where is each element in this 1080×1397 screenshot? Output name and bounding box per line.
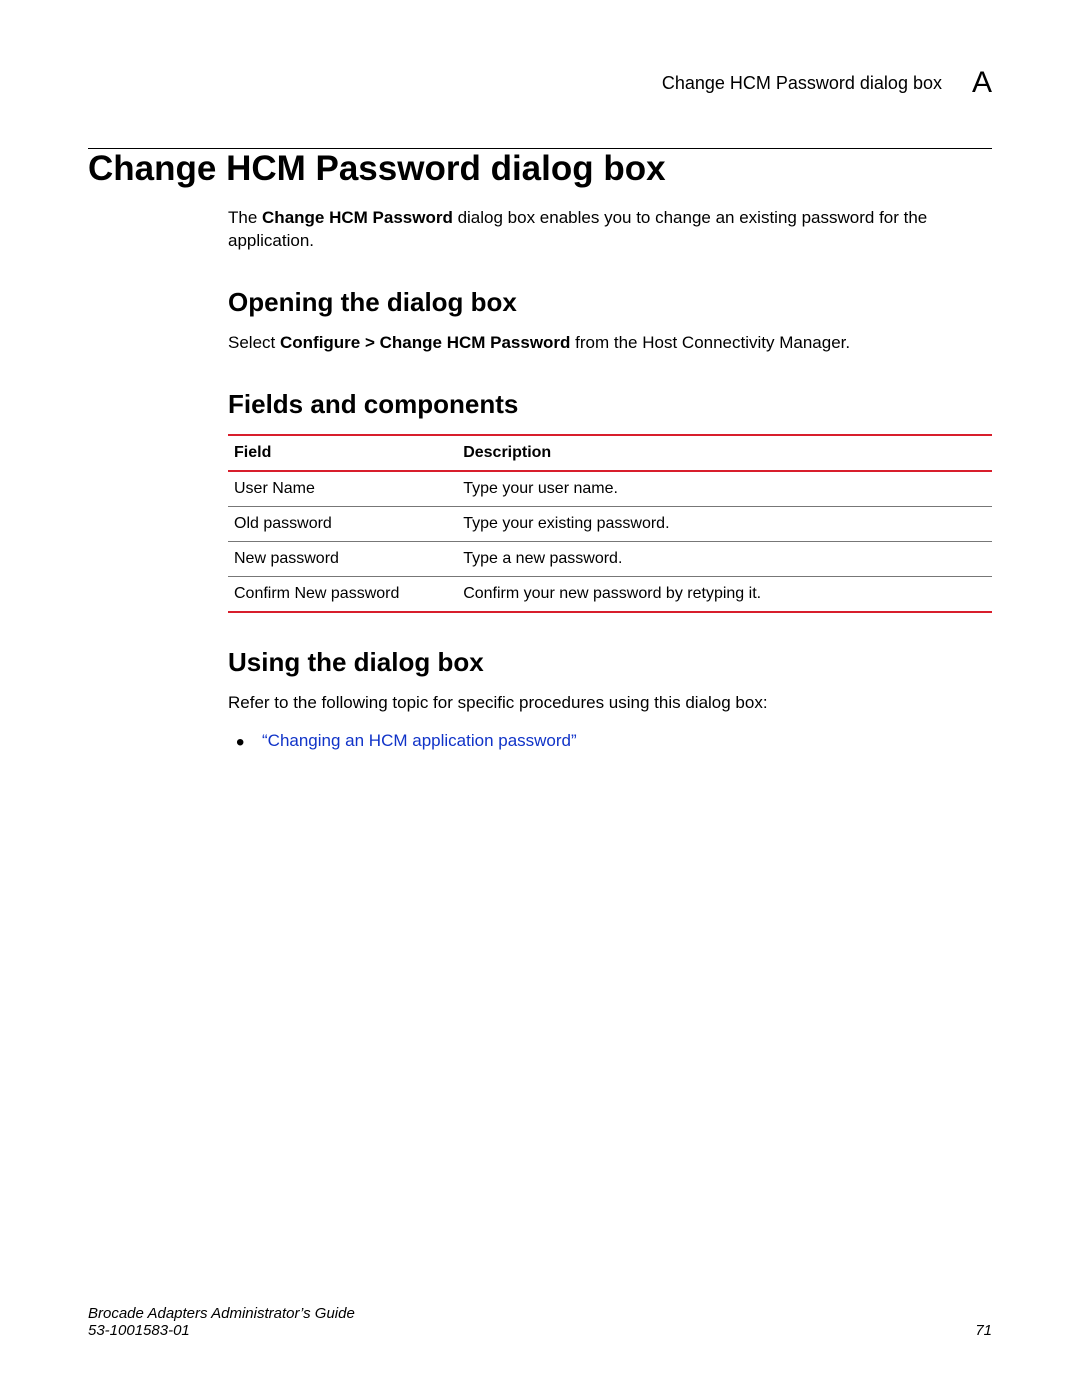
cell-desc: Type a new password. xyxy=(457,541,992,576)
section-fields-heading: Fields and components xyxy=(228,389,992,420)
content-indent: The Change HCM Password dialog box enabl… xyxy=(228,207,992,753)
opening-suffix: from the Host Connectivity Manager. xyxy=(570,333,850,352)
col-field: Field xyxy=(228,435,457,471)
fields-table: Field Description User Name Type your us… xyxy=(228,434,992,613)
opening-bold: Configure > Change HCM Password xyxy=(280,333,570,352)
table-row: User Name Type your user name. xyxy=(228,471,992,507)
appendix-letter: A xyxy=(972,66,992,100)
cell-field: User Name xyxy=(228,471,457,507)
opening-prefix: Select xyxy=(228,333,280,352)
table-row: Confirm New password Confirm your new pa… xyxy=(228,576,992,612)
footer-left: Brocade Adapters Administrator’s Guide 5… xyxy=(88,1305,355,1339)
running-title: Change HCM Password dialog box xyxy=(662,73,942,94)
cell-desc: Type your existing password. xyxy=(457,506,992,541)
table-row: New password Type a new password. xyxy=(228,541,992,576)
page-title: Change HCM Password dialog box xyxy=(88,149,992,189)
opening-line: Select Configure > Change HCM Password f… xyxy=(228,332,992,355)
col-description: Description xyxy=(457,435,992,471)
intro-prefix: The xyxy=(228,208,262,227)
page: Change HCM Password dialog box A Change … xyxy=(0,0,1080,1397)
cell-desc: Type your user name. xyxy=(457,471,992,507)
running-head: Change HCM Password dialog box A xyxy=(88,66,992,100)
section-opening-heading: Opening the dialog box xyxy=(228,287,992,318)
footer-docnum: 53-1001583-01 xyxy=(88,1322,355,1339)
using-lead: Refer to the following topic for specifi… xyxy=(228,692,992,715)
cell-field: Confirm New password xyxy=(228,576,457,612)
using-links-list: “Changing an HCM application password” xyxy=(228,729,992,753)
intro-bold: Change HCM Password xyxy=(262,208,453,227)
page-footer: Brocade Adapters Administrator’s Guide 5… xyxy=(88,1305,992,1339)
section-using-heading: Using the dialog box xyxy=(228,647,992,678)
footer-book: Brocade Adapters Administrator’s Guide xyxy=(88,1305,355,1322)
table-header-row: Field Description xyxy=(228,435,992,471)
cell-field: Old password xyxy=(228,506,457,541)
xref-link[interactable]: “Changing an HCM application password” xyxy=(262,731,577,750)
table-row: Old password Type your existing password… xyxy=(228,506,992,541)
cell-desc: Confirm your new password by retyping it… xyxy=(457,576,992,612)
intro-paragraph: The Change HCM Password dialog box enabl… xyxy=(228,207,992,253)
cell-field: New password xyxy=(228,541,457,576)
footer-page: 71 xyxy=(975,1322,992,1339)
list-item: “Changing an HCM application password” xyxy=(228,729,992,753)
